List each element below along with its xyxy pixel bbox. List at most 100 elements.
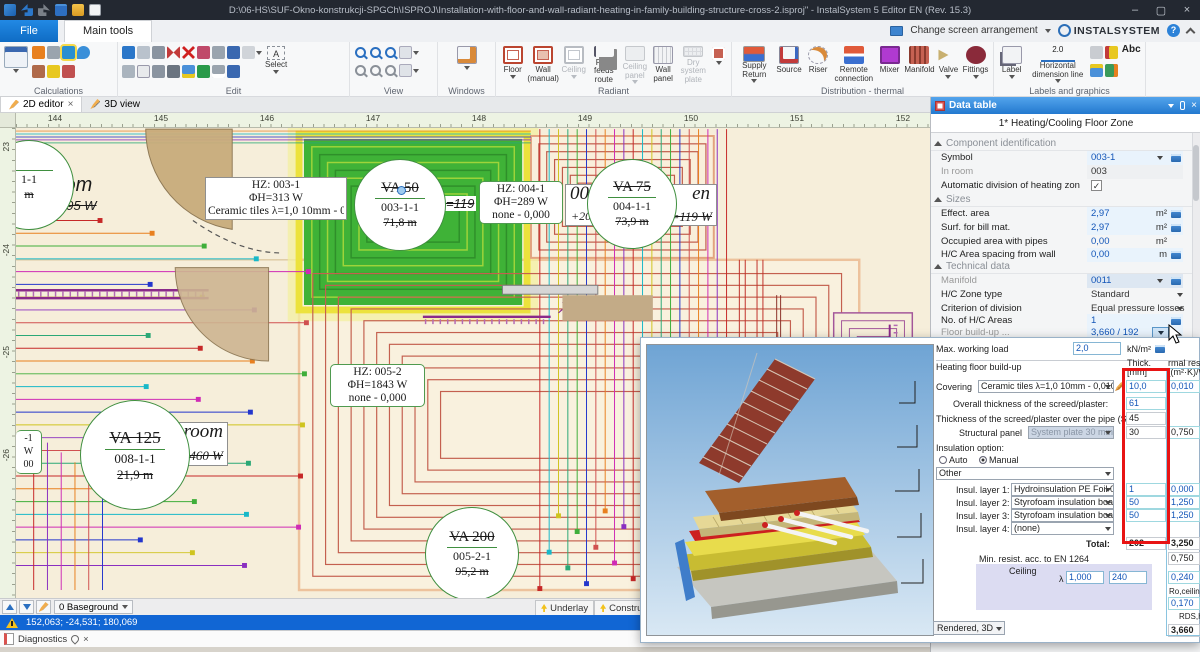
close-icon[interactable]: ×	[83, 634, 89, 645]
pencil-icon[interactable]	[1115, 382, 1124, 391]
ceiling-lambda-input[interactable]: 1,000	[1066, 571, 1104, 584]
section-sizes[interactable]: Sizes	[931, 193, 1193, 207]
anchor-icon[interactable]	[397, 186, 406, 195]
max-load-input[interactable]: 2,0	[1073, 342, 1121, 355]
render-mode-select[interactable]: Rendered, 3D	[933, 621, 1005, 635]
results-icon[interactable]	[32, 46, 45, 59]
array-icon[interactable]	[182, 65, 195, 78]
link-icon[interactable]	[1155, 345, 1165, 353]
chevron-down-icon[interactable]	[1177, 307, 1183, 311]
buildup-3d-render[interactable]	[646, 344, 934, 636]
cooling-icon[interactable]	[62, 46, 75, 59]
water-drop-icon[interactable]	[77, 46, 90, 59]
insul-layer4-select[interactable]: (none)	[1011, 522, 1114, 535]
radiator-grid-icon[interactable]	[62, 65, 75, 78]
elevate-icon[interactable]	[212, 46, 225, 59]
hz-zone-label-003[interactable]: HZ: 003-1 ΦH=313 W Ceramic tiles λ=1,0 1…	[205, 177, 347, 220]
mixer-button[interactable]: Mixer	[876, 45, 903, 85]
layer3-resistance[interactable]: 1,250	[1168, 509, 1200, 522]
help-icon[interactable]: ?	[1167, 24, 1180, 37]
warning-icon[interactable]	[6, 618, 18, 628]
tab-file[interactable]: File	[0, 20, 58, 42]
move-icon[interactable]	[197, 46, 210, 59]
ceiling-thickness-input[interactable]: 240	[1109, 571, 1147, 584]
abc-text-button[interactable]: Abc	[1120, 45, 1142, 85]
paste-icon[interactable]	[152, 46, 165, 59]
structural-panel-select[interactable]: System plate 30 mm	[1028, 426, 1114, 439]
layer3-thickness[interactable]: 50	[1126, 509, 1166, 522]
undo-icon[interactable]	[122, 46, 135, 59]
layout-icon[interactable]	[399, 64, 412, 77]
radiant-book-button[interactable]	[710, 45, 728, 85]
image-icon[interactable]	[1105, 64, 1118, 77]
hz-zone-label-005[interactable]: HZ: 005-2 ΦH=1843 W none - 0,000	[330, 364, 425, 407]
chevron-down-icon[interactable]	[273, 70, 279, 74]
pin-icon[interactable]	[1180, 101, 1185, 110]
chevron-down-icon[interactable]	[510, 75, 516, 79]
layer2-thickness[interactable]: 50	[1126, 496, 1166, 509]
redo-icon[interactable]	[38, 4, 50, 16]
link-icon[interactable]	[1171, 224, 1181, 232]
link-icon[interactable]	[1171, 277, 1181, 285]
supply-return-button[interactable]: Supply Return	[735, 45, 774, 85]
chevron-down-icon[interactable]	[973, 75, 979, 79]
move-layer-down-button[interactable]	[19, 600, 34, 614]
chevron-down-icon[interactable]	[716, 61, 722, 65]
baseground-select[interactable]: 0 Baseground	[54, 600, 133, 614]
move-layer-up-button[interactable]	[2, 600, 17, 614]
table-icon[interactable]	[1090, 64, 1103, 77]
floor-button[interactable]: Floor	[499, 45, 526, 85]
section-component-identification[interactable]: Component identification	[931, 137, 1193, 151]
user-settings-icon[interactable]	[32, 65, 45, 78]
wall-panel-button[interactable]: Wall panel	[649, 45, 676, 85]
save-icon[interactable]	[55, 4, 67, 16]
symbol-value[interactable]: 003-1	[1091, 152, 1115, 163]
chevron-down-icon[interactable]	[1045, 29, 1051, 33]
align-vertical-icon[interactable]	[152, 65, 165, 78]
section-technical-data[interactable]: Technical data	[931, 260, 1193, 274]
auto-division-checkbox[interactable]: ✓	[1091, 180, 1102, 191]
fittings-button[interactable]: Fittings	[961, 45, 990, 85]
chevron-down-icon[interactable]	[751, 79, 757, 83]
tab-3d-view[interactable]: 3D view	[82, 96, 148, 112]
link-icon[interactable]	[1171, 251, 1181, 259]
crop-icon[interactable]	[137, 65, 150, 78]
covering-resistance[interactable]: 0,010	[1168, 380, 1200, 393]
rooms-icon[interactable]	[47, 46, 60, 59]
select-button[interactable]: A Select	[264, 45, 288, 85]
layer-tab-underlay[interactable]: Underlay	[535, 600, 594, 616]
balance-icon[interactable]	[47, 65, 60, 78]
link-icon[interactable]	[1171, 210, 1181, 218]
chevron-down-icon[interactable]	[1055, 79, 1061, 83]
insulation-type-select[interactable]: Other	[936, 467, 1114, 480]
redo-icon[interactable]	[122, 65, 135, 78]
layer2-resistance[interactable]: 1,250	[1168, 496, 1200, 509]
pin-icon[interactable]	[69, 633, 80, 644]
previous-view-icon[interactable]	[355, 65, 366, 76]
covering-thickness[interactable]: 10,0	[1126, 380, 1166, 393]
zoom-all-icon[interactable]	[385, 65, 396, 76]
new-file-icon[interactable]	[89, 4, 101, 16]
calculate-icon[interactable]	[4, 46, 28, 68]
hz-zone-label-004[interactable]: HZ: 004-1 ΦH=289 W none - 0,000	[479, 181, 563, 224]
close-button[interactable]: ×	[1174, 0, 1200, 20]
diagnostics-tab[interactable]: Diagnostics ×	[0, 630, 640, 647]
chevron-down-icon[interactable]	[1157, 279, 1163, 283]
chevron-down-icon[interactable]	[945, 75, 951, 79]
insulation-manual-radio[interactable]: Manual	[979, 455, 1019, 465]
link-icon[interactable]	[1171, 154, 1181, 162]
source-button[interactable]: Source	[774, 45, 805, 85]
chevron-down-icon[interactable]	[464, 66, 470, 70]
insul-layer2-select[interactable]: Styrofoam insulation board (	[1011, 496, 1114, 509]
swap-icon[interactable]	[227, 65, 240, 78]
chevron-down-icon[interactable]	[1177, 293, 1183, 297]
data-table-header[interactable]: Data table ×	[931, 97, 1200, 114]
wall-manual-button[interactable]: Wall (manual)	[526, 45, 560, 85]
horizontal-dimension-button[interactable]: 2.0Horizontal dimension line	[1026, 45, 1089, 85]
chevron-down-icon[interactable]	[413, 69, 419, 73]
undo-icon[interactable]	[21, 4, 33, 16]
chevron-down-icon[interactable]	[1168, 104, 1174, 108]
collapse-ribbon-icon[interactable]	[1186, 27, 1196, 37]
va-area-label-50[interactable]: VA 50 003-1-1 71,8 m	[354, 159, 446, 251]
zoom-out-icon[interactable]	[370, 47, 381, 58]
